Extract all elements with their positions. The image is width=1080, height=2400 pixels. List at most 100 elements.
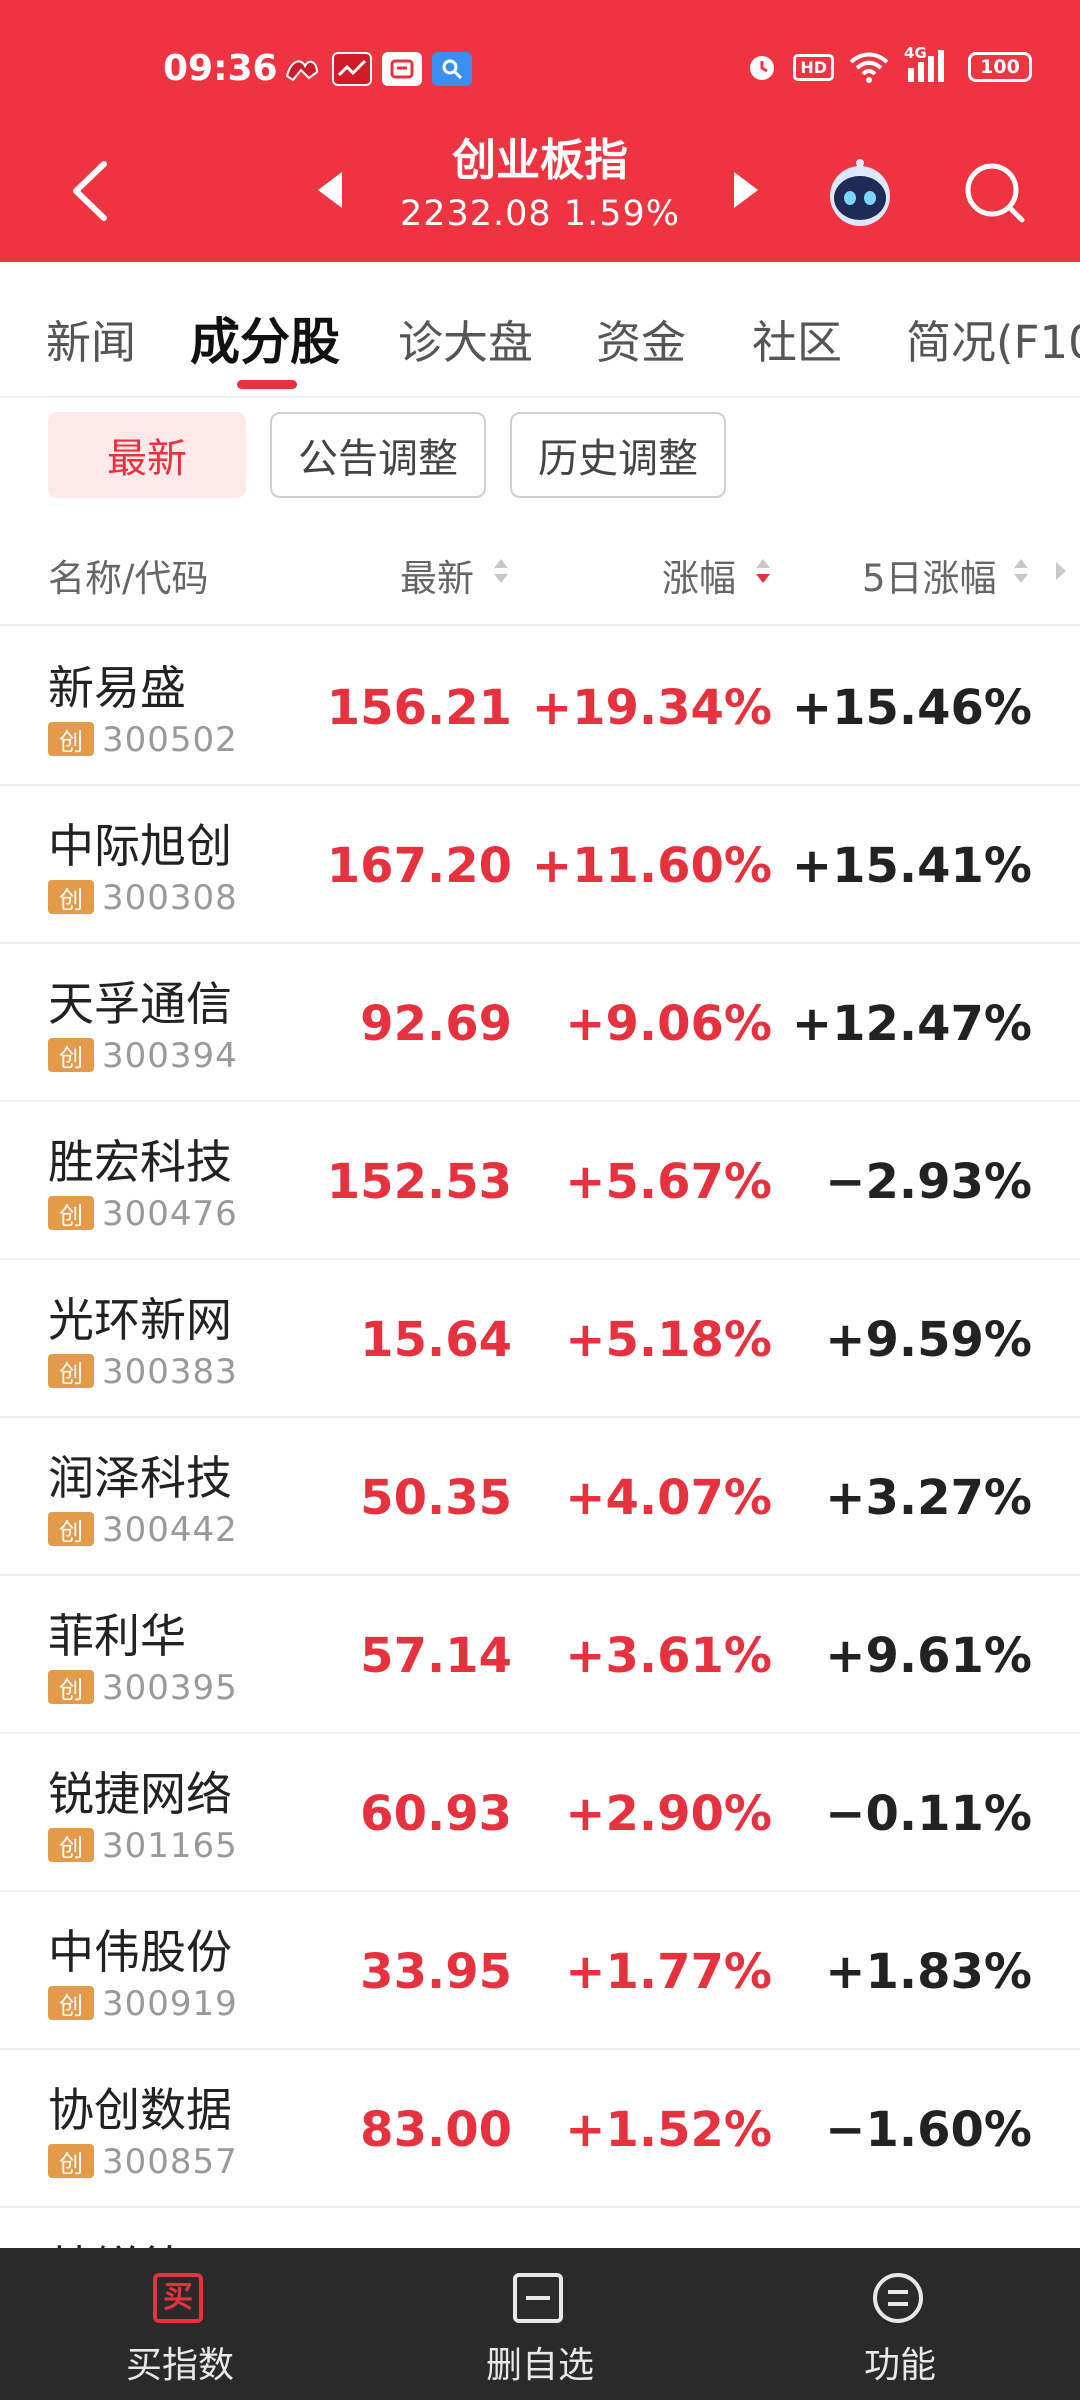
stock-row[interactable]: 润泽科技 创 300442 50.35 +4.07% +3.27% [0, 1418, 1080, 1576]
function-menu-label: 功能 [863, 2345, 936, 2386]
system-status: HD 4G 100 [745, 44, 1032, 84]
stock-row[interactable]: 胜宏科技 创 300476 152.53 +5.67% −2.93% [0, 1102, 1080, 1260]
stock-app-icon [332, 52, 372, 86]
ai-assistant-icon[interactable] [824, 158, 896, 230]
filter-chips: 最新 公告调整 历史调整 [0, 412, 1080, 502]
stock-code: 300857 [102, 2142, 238, 2182]
stock-row[interactable]: 天孚通信 创 300394 92.69 +9.06% +12.47% [0, 944, 1080, 1102]
filter-announcement-adjustment[interactable]: 公告调整 [270, 412, 486, 498]
stock-name: 胜宏科技 [48, 1135, 232, 1189]
status-time: 09:36 [163, 48, 278, 89]
stock-price: 167.20 [326, 838, 512, 894]
stock-code: 301165 [102, 1826, 238, 1866]
search-app-icon [432, 52, 472, 86]
search-icon[interactable] [962, 160, 1028, 226]
stock-code: 300395 [102, 1668, 238, 1708]
stock-change: +2.90% [565, 1786, 772, 1842]
chinext-badge: 创 [48, 1196, 94, 1230]
battery-icon: 100 [968, 52, 1032, 82]
alarm-icon [750, 56, 775, 80]
stock-row[interactable]: 锐捷网络 创 301165 60.93 +2.90% −0.11% [0, 1734, 1080, 1892]
cellular-signal-icon: 4G [904, 44, 954, 84]
stock-list: 新易盛 创 300502 156.21 +19.34% +15.46% 中际旭创… [0, 628, 1080, 2288]
status-bar: 09:36 HD 4G 100 [0, 0, 1080, 140]
chinext-badge: 创 [48, 1354, 94, 1388]
sort-change-5d-icon[interactable] [1012, 556, 1030, 586]
function-menu-button[interactable]: 功能 [720, 2248, 1080, 2400]
stock-change-5d: −2.93% [825, 1154, 1032, 1210]
stock-name: 菲利华 [48, 1609, 186, 1663]
column-name-code: 名称/代码 [48, 557, 209, 600]
stock-row[interactable]: 中际旭创 创 300308 167.20 +11.60% +15.41% [0, 786, 1080, 944]
stock-name: 中伟股份 [48, 1925, 232, 1979]
column-header-row: 名称/代码 最新 涨幅 5日涨幅 [0, 528, 1080, 626]
stock-change-5d: +12.47% [791, 996, 1032, 1052]
stock-price: 156.21 [326, 680, 512, 736]
chinext-badge: 创 [48, 1670, 94, 1704]
stock-change-5d: +3.27% [825, 1470, 1032, 1526]
tab-bar: 新闻 成分股 诊大盘 资金 社区 简况(F10 [0, 262, 1080, 398]
column-change-5d[interactable]: 5日涨幅 [862, 548, 997, 602]
stock-row[interactable]: 光环新网 创 300383 15.64 +5.18% +9.59% [0, 1260, 1080, 1418]
notification-icons [282, 52, 472, 86]
stock-price: 152.53 [326, 1154, 512, 1210]
stock-change: +5.18% [565, 1312, 772, 1368]
stock-name: 协创数据 [48, 2083, 232, 2137]
filter-history-adjustment[interactable]: 历史调整 [510, 412, 726, 498]
chinext-badge: 创 [48, 1828, 94, 1862]
stock-change: +5.67% [565, 1154, 772, 1210]
stock-row[interactable]: 协创数据 创 300857 83.00 +1.52% −1.60% [0, 2050, 1080, 2208]
tab-market-diagnosis[interactable]: 诊大盘 [398, 306, 533, 371]
shopping-app-icon [382, 52, 422, 86]
buy-index-label: 买指数 [125, 2345, 234, 2386]
sort-latest-icon[interactable] [492, 556, 510, 586]
stock-row[interactable]: 新易盛 创 300502 156.21 +19.34% +15.46% [0, 628, 1080, 786]
stock-change-5d: +9.59% [825, 1312, 1032, 1368]
next-index-arrow[interactable] [734, 172, 758, 208]
stock-price: 15.64 [360, 1312, 512, 1368]
column-latest[interactable]: 最新 [400, 548, 474, 602]
function-menu-icon [873, 2273, 923, 2323]
tab-constituents[interactable]: 成分股 [190, 302, 340, 374]
stock-change: +9.06% [565, 996, 772, 1052]
page-title: 创业板指 [452, 135, 628, 186]
stock-change: +1.77% [565, 1944, 772, 2000]
active-tab-indicator [237, 380, 297, 389]
app-header: 09:36 HD 4G 100 创业板指 2232.08 1.59% [0, 0, 1080, 262]
stock-change-5d: −1.60% [825, 2102, 1032, 2158]
stock-price: 33.95 [360, 1944, 512, 2000]
stock-change: +4.07% [565, 1470, 772, 1526]
stock-row[interactable]: 菲利华 创 300395 57.14 +3.61% +9.61% [0, 1576, 1080, 1734]
stock-change-5d: +15.41% [791, 838, 1032, 894]
chinext-badge: 创 [48, 722, 94, 756]
app-notification-icon [282, 52, 322, 86]
stock-name: 中际旭创 [48, 819, 232, 873]
stock-change-5d: +15.46% [791, 680, 1032, 736]
remove-watchlist-button[interactable]: 删自选 [360, 2248, 720, 2400]
tab-community[interactable]: 社区 [752, 306, 842, 371]
scroll-right-icon[interactable] [1054, 560, 1068, 582]
stock-change: +3.61% [565, 1628, 772, 1684]
column-change[interactable]: 涨幅 [662, 548, 736, 602]
tab-funds[interactable]: 资金 [596, 306, 686, 371]
stock-price: 92.69 [360, 996, 512, 1052]
bottom-action-bar: 买 买指数 删自选 功能 [0, 2248, 1080, 2400]
stock-price: 60.93 [360, 1786, 512, 1842]
stock-code: 300919 [102, 1984, 238, 2024]
stock-change-5d: +9.61% [825, 1628, 1032, 1684]
stock-change-5d: +1.83% [825, 1944, 1032, 2000]
stock-name: 天孚通信 [48, 977, 232, 1031]
tab-news[interactable]: 新闻 [46, 306, 136, 371]
stock-name: 光环新网 [48, 1293, 232, 1347]
wifi-icon [849, 52, 889, 83]
filter-latest[interactable]: 最新 [48, 412, 246, 498]
stock-row[interactable]: 中伟股份 创 300919 33.95 +1.77% +1.83% [0, 1892, 1080, 2050]
tab-overview-f10[interactable]: 简况(F10 [906, 306, 1080, 371]
index-quote: 2232.08 1.59% [399, 194, 681, 234]
index-title-block: 创业板指 2232.08 1.59% [0, 132, 1080, 238]
stock-code: 300308 [102, 878, 238, 918]
stock-change: +1.52% [565, 2102, 772, 2158]
stock-code: 300383 [102, 1352, 238, 1392]
sort-change-icon[interactable] [754, 556, 772, 586]
buy-index-button[interactable]: 买 买指数 [0, 2248, 360, 2400]
